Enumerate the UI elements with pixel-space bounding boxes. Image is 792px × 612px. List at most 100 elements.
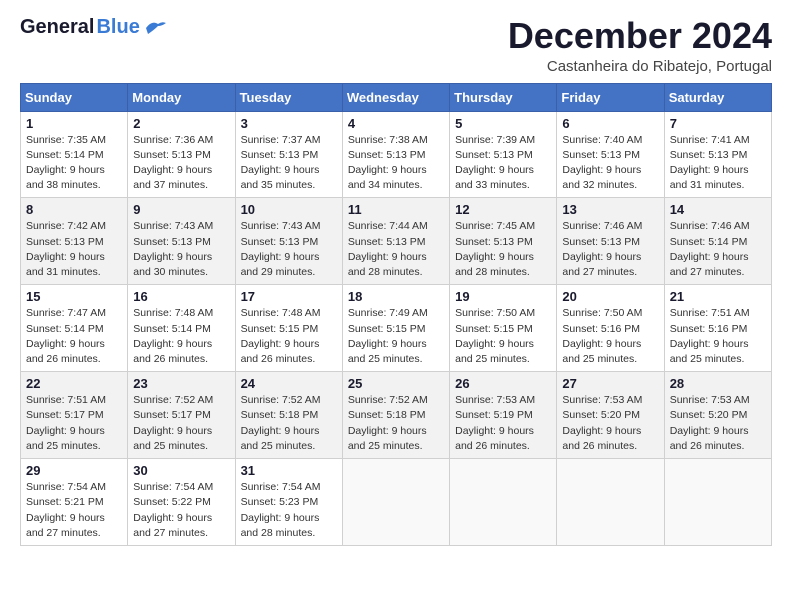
calendar-week-row: 1 Sunrise: 7:35 AM Sunset: 5:14 PM Daylig… (21, 111, 772, 198)
header-row: SundayMondayTuesdayWednesdayThursdayFrid… (21, 83, 772, 111)
day-number: 16 (133, 289, 229, 304)
day-number: 17 (241, 289, 337, 304)
day-info: Sunrise: 7:44 AM Sunset: 5:13 PM Dayligh… (348, 219, 444, 280)
calendar-cell: 29 Sunrise: 7:54 AM Sunset: 5:21 PM Dayli… (21, 459, 128, 546)
day-of-week-header: Tuesday (235, 83, 342, 111)
calendar-cell: 8Sunrise: 7:42 AM Sunset: 5:13 PM Daylig… (21, 198, 128, 285)
day-info: Sunrise: 7:52 AM Sunset: 5:17 PM Dayligh… (133, 393, 229, 454)
day-of-week-header: Thursday (450, 83, 557, 111)
calendar: SundayMondayTuesdayWednesdayThursdayFrid… (20, 83, 772, 546)
day-info: Sunrise: 7:36 AM Sunset: 5:13 PM Dayligh… (133, 133, 229, 194)
day-info: Sunrise: 7:35 AM Sunset: 5:14 PM Dayligh… (26, 133, 122, 194)
day-info: Sunrise: 7:40 AM Sunset: 5:13 PM Dayligh… (562, 133, 658, 194)
day-of-week-header: Friday (557, 83, 664, 111)
day-of-week-header: Wednesday (342, 83, 449, 111)
calendar-cell: 16 Sunrise: 7:48 AM Sunset: 5:14 PM Dayli… (128, 285, 235, 372)
day-info: Sunrise: 7:53 AM Sunset: 5:20 PM Dayligh… (670, 393, 766, 454)
calendar-cell: 4 Sunrise: 7:38 AM Sunset: 5:13 PM Daylig… (342, 111, 449, 198)
day-number: 29 (26, 463, 122, 478)
day-info: Sunrise: 7:54 AM Sunset: 5:22 PM Dayligh… (133, 480, 229, 541)
title-area: December 2024 Castanheira do Ribatejo, P… (508, 16, 772, 75)
day-number: 22 (26, 376, 122, 391)
calendar-cell: 19Sunrise: 7:50 AM Sunset: 5:15 PM Dayli… (450, 285, 557, 372)
day-number: 24 (241, 376, 337, 391)
day-of-week-header: Saturday (664, 83, 771, 111)
day-number: 9 (133, 202, 229, 217)
calendar-cell: 15 Sunrise: 7:47 AM Sunset: 5:14 PM Dayli… (21, 285, 128, 372)
calendar-cell: 3Sunrise: 7:37 AM Sunset: 5:13 PM Daylig… (235, 111, 342, 198)
calendar-week-row: 15 Sunrise: 7:47 AM Sunset: 5:14 PM Dayli… (21, 285, 772, 372)
calendar-cell (450, 459, 557, 546)
calendar-cell: 25 Sunrise: 7:52 AM Sunset: 5:18 PM Dayli… (342, 372, 449, 459)
calendar-cell: 31Sunrise: 7:54 AM Sunset: 5:23 PM Dayli… (235, 459, 342, 546)
day-number: 2 (133, 116, 229, 131)
day-number: 6 (562, 116, 658, 131)
day-info: Sunrise: 7:46 AM Sunset: 5:13 PM Dayligh… (562, 219, 658, 280)
day-number: 21 (670, 289, 766, 304)
calendar-cell: 21Sunrise: 7:51 AM Sunset: 5:16 PM Dayli… (664, 285, 771, 372)
calendar-cell (557, 459, 664, 546)
day-number: 25 (348, 376, 444, 391)
day-number: 28 (670, 376, 766, 391)
day-info: Sunrise: 7:39 AM Sunset: 5:13 PM Dayligh… (455, 133, 551, 194)
day-number: 10 (241, 202, 337, 217)
day-number: 20 (562, 289, 658, 304)
day-number: 18 (348, 289, 444, 304)
day-number: 23 (133, 376, 229, 391)
day-info: Sunrise: 7:47 AM Sunset: 5:14 PM Dayligh… (26, 306, 122, 367)
day-info: Sunrise: 7:48 AM Sunset: 5:14 PM Dayligh… (133, 306, 229, 367)
day-info: Sunrise: 7:53 AM Sunset: 5:19 PM Dayligh… (455, 393, 551, 454)
day-info: Sunrise: 7:43 AM Sunset: 5:13 PM Dayligh… (133, 219, 229, 280)
day-info: Sunrise: 7:46 AM Sunset: 5:14 PM Dayligh… (670, 219, 766, 280)
day-number: 15 (26, 289, 122, 304)
calendar-cell: 23 Sunrise: 7:52 AM Sunset: 5:17 PM Dayli… (128, 372, 235, 459)
header-area: General Blue December 2024 Castanheira d… (20, 16, 772, 75)
calendar-cell: 26Sunrise: 7:53 AM Sunset: 5:19 PM Dayli… (450, 372, 557, 459)
calendar-cell: 11 Sunrise: 7:44 AM Sunset: 5:13 PM Dayli… (342, 198, 449, 285)
calendar-cell (342, 459, 449, 546)
day-number: 31 (241, 463, 337, 478)
calendar-cell: 28 Sunrise: 7:53 AM Sunset: 5:20 PM Dayli… (664, 372, 771, 459)
day-number: 13 (562, 202, 658, 217)
day-number: 30 (133, 463, 229, 478)
day-info: Sunrise: 7:38 AM Sunset: 5:13 PM Dayligh… (348, 133, 444, 194)
calendar-header: SundayMondayTuesdayWednesdayThursdayFrid… (21, 83, 772, 111)
day-number: 5 (455, 116, 551, 131)
calendar-week-row: 8Sunrise: 7:42 AM Sunset: 5:13 PM Daylig… (21, 198, 772, 285)
calendar-cell: 12Sunrise: 7:45 AM Sunset: 5:13 PM Dayli… (450, 198, 557, 285)
day-info: Sunrise: 7:52 AM Sunset: 5:18 PM Dayligh… (348, 393, 444, 454)
calendar-cell: 24Sunrise: 7:52 AM Sunset: 5:18 PM Dayli… (235, 372, 342, 459)
calendar-cell: 7 Sunrise: 7:41 AM Sunset: 5:13 PM Daylig… (664, 111, 771, 198)
day-number: 7 (670, 116, 766, 131)
day-number: 11 (348, 202, 444, 217)
day-number: 14 (670, 202, 766, 217)
calendar-cell: 30 Sunrise: 7:54 AM Sunset: 5:22 PM Dayli… (128, 459, 235, 546)
calendar-body: 1 Sunrise: 7:35 AM Sunset: 5:14 PM Daylig… (21, 111, 772, 545)
calendar-cell: 17 Sunrise: 7:48 AM Sunset: 5:15 PM Dayli… (235, 285, 342, 372)
day-number: 1 (26, 116, 122, 131)
month-title: December 2024 (508, 16, 772, 56)
day-info: Sunrise: 7:41 AM Sunset: 5:13 PM Dayligh… (670, 133, 766, 194)
logo-bird-icon (144, 20, 166, 36)
day-info: Sunrise: 7:48 AM Sunset: 5:15 PM Dayligh… (241, 306, 337, 367)
calendar-week-row: 22 Sunrise: 7:51 AM Sunset: 5:17 PM Dayli… (21, 372, 772, 459)
day-info: Sunrise: 7:50 AM Sunset: 5:16 PM Dayligh… (562, 306, 658, 367)
day-info: Sunrise: 7:53 AM Sunset: 5:20 PM Dayligh… (562, 393, 658, 454)
day-info: Sunrise: 7:54 AM Sunset: 5:21 PM Dayligh… (26, 480, 122, 541)
day-number: 27 (562, 376, 658, 391)
location: Castanheira do Ribatejo, Portugal (508, 58, 772, 75)
logo: General Blue (20, 16, 166, 39)
logo-blue: Blue (96, 16, 139, 39)
calendar-cell: 9 Sunrise: 7:43 AM Sunset: 5:13 PM Daylig… (128, 198, 235, 285)
day-number: 19 (455, 289, 551, 304)
day-info: Sunrise: 7:49 AM Sunset: 5:15 PM Dayligh… (348, 306, 444, 367)
day-number: 4 (348, 116, 444, 131)
calendar-cell: 20 Sunrise: 7:50 AM Sunset: 5:16 PM Dayli… (557, 285, 664, 372)
calendar-cell: 6 Sunrise: 7:40 AM Sunset: 5:13 PM Daylig… (557, 111, 664, 198)
calendar-cell: 2 Sunrise: 7:36 AM Sunset: 5:13 PM Daylig… (128, 111, 235, 198)
calendar-week-row: 29 Sunrise: 7:54 AM Sunset: 5:21 PM Dayli… (21, 459, 772, 546)
day-info: Sunrise: 7:51 AM Sunset: 5:17 PM Dayligh… (26, 393, 122, 454)
day-of-week-header: Monday (128, 83, 235, 111)
calendar-cell: 13 Sunrise: 7:46 AM Sunset: 5:13 PM Dayli… (557, 198, 664, 285)
calendar-cell: 27 Sunrise: 7:53 AM Sunset: 5:20 PM Dayli… (557, 372, 664, 459)
